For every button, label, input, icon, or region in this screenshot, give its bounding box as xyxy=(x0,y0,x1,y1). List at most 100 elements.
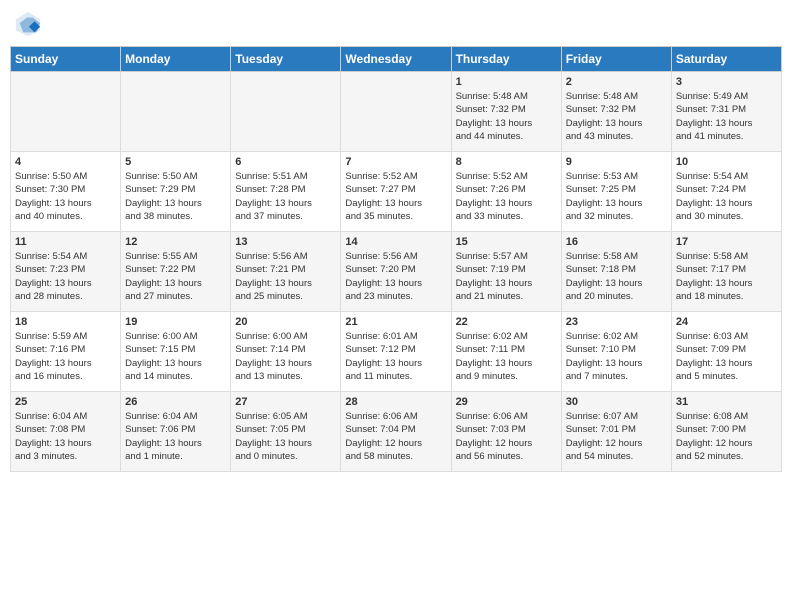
day-number: 11 xyxy=(15,236,116,248)
day-number: 19 xyxy=(125,316,226,328)
calendar-cell: 26 Sunrise: 6:04 AM Sunset: 7:06 PM Dayli… xyxy=(121,392,231,472)
day-number: 13 xyxy=(235,236,336,248)
calendar-week: 4 Sunrise: 5:50 AM Sunset: 7:30 PM Daylig… xyxy=(11,152,782,232)
calendar-cell: 4 Sunrise: 5:50 AM Sunset: 7:30 PM Daylig… xyxy=(11,152,121,232)
day-info: Sunrise: 5:59 AM Sunset: 7:16 PM Dayligh… xyxy=(15,330,116,383)
calendar-cell: 22Sunrise: 6:02 AM Sunset: 7:11 PM Dayli… xyxy=(451,312,561,392)
calendar-cell: 17 Sunrise: 5:58 AM Sunset: 7:17 PM Dayli… xyxy=(671,232,781,312)
day-info: Sunrise: 5:48 AM Sunset: 7:32 PM Dayligh… xyxy=(566,90,667,143)
day-info: Sunrise: 5:53 AM Sunset: 7:25 PM Dayligh… xyxy=(566,170,667,223)
day-info: Sunrise: 6:01 AM Sunset: 7:12 PM Dayligh… xyxy=(345,330,446,383)
day-number: 1 xyxy=(456,76,557,88)
day-info: Sunrise: 6:04 AM Sunset: 7:08 PM Dayligh… xyxy=(15,410,116,463)
calendar-cell: 15Sunrise: 5:57 AM Sunset: 7:19 PM Dayli… xyxy=(451,232,561,312)
day-number: 24 xyxy=(676,316,777,328)
day-number: 5 xyxy=(125,156,226,168)
day-info: Sunrise: 5:56 AM Sunset: 7:21 PM Dayligh… xyxy=(235,250,336,303)
header-day: Monday xyxy=(121,47,231,72)
calendar-cell: 30 Sunrise: 6:07 AM Sunset: 7:01 PM Dayli… xyxy=(561,392,671,472)
day-info: Sunrise: 6:00 AM Sunset: 7:15 PM Dayligh… xyxy=(125,330,226,383)
day-number: 30 xyxy=(566,396,667,408)
calendar-cell: 18 Sunrise: 5:59 AM Sunset: 7:16 PM Dayli… xyxy=(11,312,121,392)
calendar-cell: 27 Sunrise: 6:05 AM Sunset: 7:05 PM Dayli… xyxy=(231,392,341,472)
day-info: Sunrise: 5:55 AM Sunset: 7:22 PM Dayligh… xyxy=(125,250,226,303)
page-header xyxy=(10,10,782,38)
day-number: 16 xyxy=(566,236,667,248)
calendar-cell: 8Sunrise: 5:52 AM Sunset: 7:26 PM Daylig… xyxy=(451,152,561,232)
day-info: Sunrise: 6:02 AM Sunset: 7:11 PM Dayligh… xyxy=(456,330,557,383)
day-number: 28 xyxy=(345,396,446,408)
calendar-cell: 2 Sunrise: 5:48 AM Sunset: 7:32 PM Daylig… xyxy=(561,72,671,152)
header-day: Tuesday xyxy=(231,47,341,72)
day-info: Sunrise: 6:03 AM Sunset: 7:09 PM Dayligh… xyxy=(676,330,777,383)
day-info: Sunrise: 5:50 AM Sunset: 7:30 PM Dayligh… xyxy=(15,170,116,223)
day-info: Sunrise: 5:49 AM Sunset: 7:31 PM Dayligh… xyxy=(676,90,777,143)
calendar-cell: 1 Sunrise: 5:48 AM Sunset: 7:32 PM Daylig… xyxy=(451,72,561,152)
day-number: 17 xyxy=(676,236,777,248)
day-number: 4 xyxy=(15,156,116,168)
day-info: Sunrise: 6:06 AM Sunset: 7:04 PM Dayligh… xyxy=(345,410,446,463)
day-info: Sunrise: 5:56 AM Sunset: 7:20 PM Dayligh… xyxy=(345,250,446,303)
day-number: 29 xyxy=(456,396,557,408)
day-number: 3 xyxy=(676,76,777,88)
day-info: Sunrise: 6:04 AM Sunset: 7:06 PM Dayligh… xyxy=(125,410,226,463)
day-info: Sunrise: 5:54 AM Sunset: 7:23 PM Dayligh… xyxy=(15,250,116,303)
day-info: Sunrise: 5:58 AM Sunset: 7:17 PM Dayligh… xyxy=(676,250,777,303)
header-day: Thursday xyxy=(451,47,561,72)
calendar-cell: 31 Sunrise: 6:08 AM Sunset: 7:00 PM Dayli… xyxy=(671,392,781,472)
calendar-cell: 7Sunrise: 5:52 AM Sunset: 7:27 PM Daylig… xyxy=(341,152,451,232)
day-number: 6 xyxy=(235,156,336,168)
day-number: 26 xyxy=(125,396,226,408)
day-number: 27 xyxy=(235,396,336,408)
calendar-cell: 5Sunrise: 5:50 AM Sunset: 7:29 PM Daylig… xyxy=(121,152,231,232)
day-info: Sunrise: 6:06 AM Sunset: 7:03 PM Dayligh… xyxy=(456,410,557,463)
header-day: Friday xyxy=(561,47,671,72)
day-info: Sunrise: 6:05 AM Sunset: 7:05 PM Dayligh… xyxy=(235,410,336,463)
calendar-cell xyxy=(231,72,341,152)
day-info: Sunrise: 5:58 AM Sunset: 7:18 PM Dayligh… xyxy=(566,250,667,303)
day-info: Sunrise: 6:08 AM Sunset: 7:00 PM Dayligh… xyxy=(676,410,777,463)
calendar-week: 11 Sunrise: 5:54 AM Sunset: 7:23 PM Dayli… xyxy=(11,232,782,312)
calendar-cell: 24 Sunrise: 6:03 AM Sunset: 7:09 PM Dayli… xyxy=(671,312,781,392)
calendar-cell: 28 Sunrise: 6:06 AM Sunset: 7:04 PM Dayli… xyxy=(341,392,451,472)
calendar-week: 1 Sunrise: 5:48 AM Sunset: 7:32 PM Daylig… xyxy=(11,72,782,152)
day-number: 10 xyxy=(676,156,777,168)
calendar-cell: 10 Sunrise: 5:54 AM Sunset: 7:24 PM Dayli… xyxy=(671,152,781,232)
calendar-cell: 12 Sunrise: 5:55 AM Sunset: 7:22 PM Dayli… xyxy=(121,232,231,312)
calendar-cell: 3 Sunrise: 5:49 AM Sunset: 7:31 PM Daylig… xyxy=(671,72,781,152)
day-number: 14 xyxy=(345,236,446,248)
day-info: Sunrise: 5:52 AM Sunset: 7:26 PM Dayligh… xyxy=(456,170,557,223)
calendar-cell: 20 Sunrise: 6:00 AM Sunset: 7:14 PM Dayli… xyxy=(231,312,341,392)
calendar-cell: 14 Sunrise: 5:56 AM Sunset: 7:20 PM Dayli… xyxy=(341,232,451,312)
header-row: SundayMondayTuesdayWednesdayThursdayFrid… xyxy=(11,47,782,72)
day-number: 9 xyxy=(566,156,667,168)
day-info: Sunrise: 5:51 AM Sunset: 7:28 PM Dayligh… xyxy=(235,170,336,223)
day-info: Sunrise: 6:07 AM Sunset: 7:01 PM Dayligh… xyxy=(566,410,667,463)
calendar-cell: 19 Sunrise: 6:00 AM Sunset: 7:15 PM Dayli… xyxy=(121,312,231,392)
logo-icon xyxy=(14,10,42,38)
day-info: Sunrise: 5:48 AM Sunset: 7:32 PM Dayligh… xyxy=(456,90,557,143)
day-number: 23 xyxy=(566,316,667,328)
calendar-cell xyxy=(11,72,121,152)
day-number: 31 xyxy=(676,396,777,408)
calendar-cell: 16 Sunrise: 5:58 AM Sunset: 7:18 PM Dayli… xyxy=(561,232,671,312)
day-number: 12 xyxy=(125,236,226,248)
calendar-body: 1 Sunrise: 5:48 AM Sunset: 7:32 PM Daylig… xyxy=(11,72,782,472)
header-day: Sunday xyxy=(11,47,121,72)
day-info: Sunrise: 6:00 AM Sunset: 7:14 PM Dayligh… xyxy=(235,330,336,383)
day-number: 7 xyxy=(345,156,446,168)
calendar-cell: 21 Sunrise: 6:01 AM Sunset: 7:12 PM Dayli… xyxy=(341,312,451,392)
day-info: Sunrise: 5:57 AM Sunset: 7:19 PM Dayligh… xyxy=(456,250,557,303)
calendar-cell: 29 Sunrise: 6:06 AM Sunset: 7:03 PM Dayli… xyxy=(451,392,561,472)
day-number: 18 xyxy=(15,316,116,328)
calendar-week: 18 Sunrise: 5:59 AM Sunset: 7:16 PM Dayli… xyxy=(11,312,782,392)
calendar-table: SundayMondayTuesdayWednesdayThursdayFrid… xyxy=(10,46,782,472)
day-number: 21 xyxy=(345,316,446,328)
calendar-header: SundayMondayTuesdayWednesdayThursdayFrid… xyxy=(11,47,782,72)
day-number: 20 xyxy=(235,316,336,328)
day-number: 2 xyxy=(566,76,667,88)
calendar-cell: 13 Sunrise: 5:56 AM Sunset: 7:21 PM Dayli… xyxy=(231,232,341,312)
day-info: Sunrise: 5:54 AM Sunset: 7:24 PM Dayligh… xyxy=(676,170,777,223)
calendar-cell: 25Sunrise: 6:04 AM Sunset: 7:08 PM Dayli… xyxy=(11,392,121,472)
calendar-cell: 11 Sunrise: 5:54 AM Sunset: 7:23 PM Dayli… xyxy=(11,232,121,312)
